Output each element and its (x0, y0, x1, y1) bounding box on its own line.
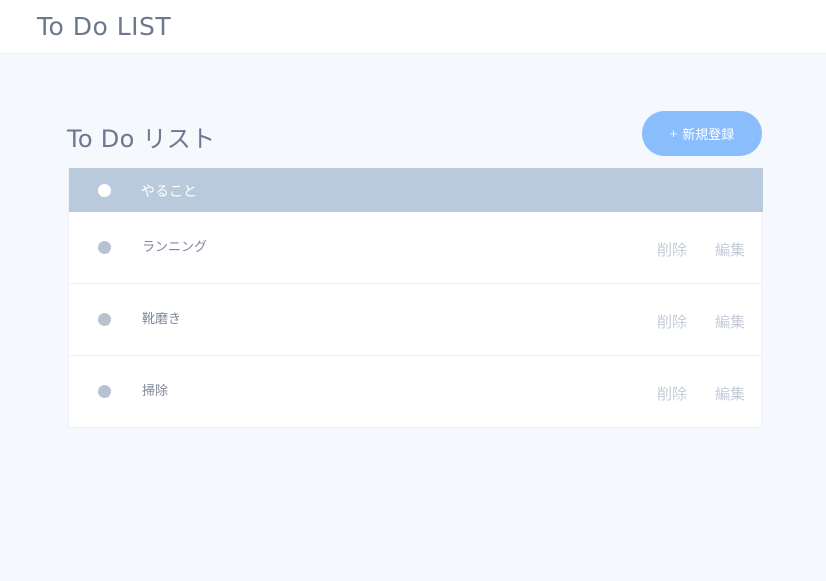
table-row: ランニング 削除 編集 (69, 212, 763, 284)
table-header-label: やること (141, 184, 197, 200)
edit-button[interactable]: 編集 (715, 383, 745, 404)
edit-button[interactable]: 編集 (715, 239, 745, 260)
delete-button[interactable]: 削除 (657, 239, 687, 260)
edit-button[interactable]: 編集 (715, 311, 745, 332)
table-row: 掃除 削除 編集 (69, 356, 763, 428)
app-title: To Do LIST (37, 12, 172, 41)
delete-button[interactable]: 削除 (657, 311, 687, 332)
row-radio[interactable] (98, 313, 111, 326)
page-title: To Do リスト (67, 125, 216, 153)
delete-button[interactable]: 削除 (657, 383, 687, 404)
row-radio[interactable] (98, 241, 111, 254)
row-label: 靴磨き (142, 312, 182, 327)
add-new-button[interactable]: + 新規登録 (642, 111, 762, 156)
top-navbar: To Do LIST (0, 0, 826, 54)
table-header: やること (69, 168, 763, 212)
todo-table: やること ランニング 削除 編集 靴磨き 削除 編集 掃除 削除 編集 (68, 168, 763, 428)
add-new-button-label: 新規登録 (682, 127, 735, 142)
plus-icon: + (669, 126, 678, 141)
table-row: 靴磨き 削除 編集 (69, 284, 763, 356)
row-label: 掃除 (142, 384, 169, 399)
header-select-all-radio[interactable] (98, 184, 111, 197)
row-label: ランニング (142, 240, 208, 255)
row-radio[interactable] (98, 385, 111, 398)
